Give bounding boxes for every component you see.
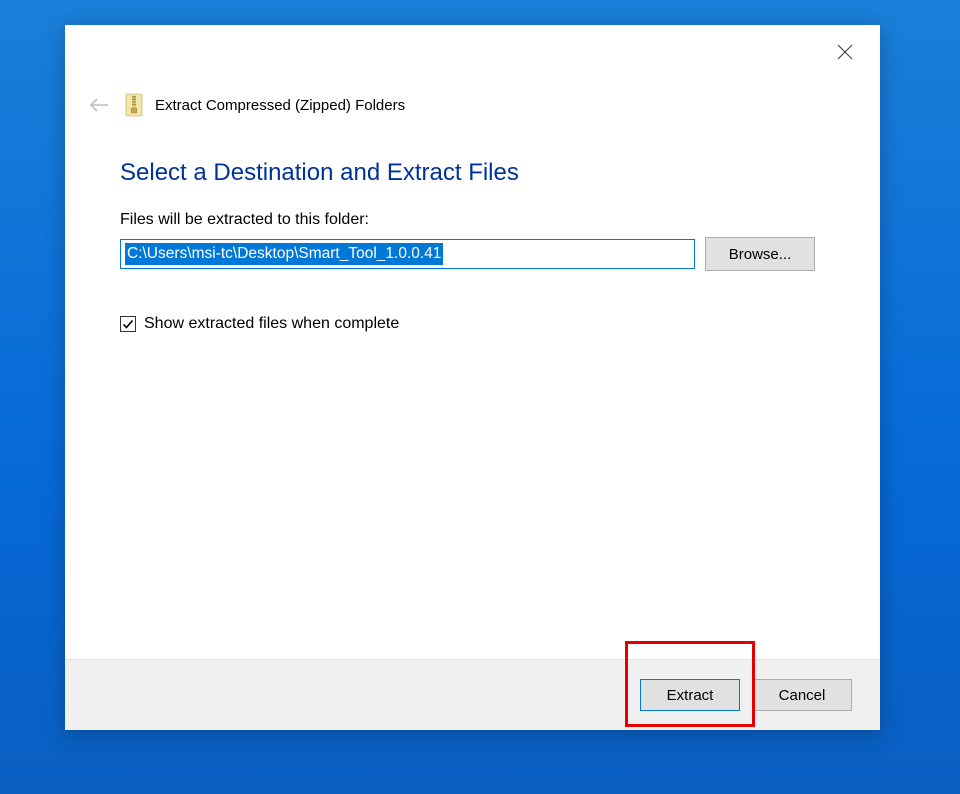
- browse-button[interactable]: Browse...: [705, 237, 815, 271]
- check-icon: [121, 317, 135, 331]
- destination-path-input[interactable]: C:\Users\msi-tc\Desktop\Smart_Tool_1.0.0…: [120, 239, 695, 269]
- wizard-title: Extract Compressed (Zipped) Folders: [155, 97, 405, 114]
- page-heading: Select a Destination and Extract Files: [120, 159, 825, 187]
- content-area: Select a Destination and Extract Files F…: [65, 125, 880, 659]
- path-row: C:\Users\msi-tc\Desktop\Smart_Tool_1.0.0…: [120, 237, 825, 271]
- show-files-checkbox[interactable]: [120, 316, 136, 332]
- show-files-checkbox-row[interactable]: Show extracted files when complete: [120, 315, 825, 333]
- extract-button[interactable]: Extract: [640, 679, 740, 711]
- path-field-label: Files will be extracted to this folder:: [120, 211, 825, 229]
- wizard-window: Extract Compressed (Zipped) Folders Sele…: [65, 25, 880, 730]
- footer: Extract Cancel: [65, 659, 880, 730]
- header-row: Extract Compressed (Zipped) Folders: [65, 91, 880, 125]
- titlebar: [65, 25, 880, 75]
- back-arrow-icon: [88, 94, 110, 116]
- close-button[interactable]: [826, 33, 864, 71]
- back-button[interactable]: [85, 91, 113, 119]
- show-files-checkbox-label: Show extracted files when complete: [144, 315, 399, 333]
- close-icon: [836, 43, 854, 61]
- cancel-button[interactable]: Cancel: [752, 679, 852, 711]
- path-selected-text: C:\Users\msi-tc\Desktop\Smart_Tool_1.0.0…: [125, 243, 443, 265]
- zip-folder-icon: [123, 92, 145, 118]
